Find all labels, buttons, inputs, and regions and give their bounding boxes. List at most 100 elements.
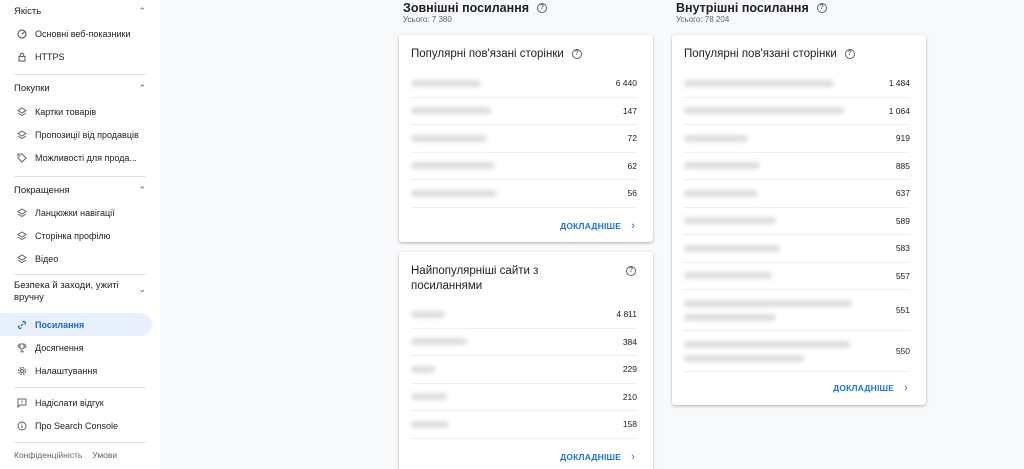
section-header-security[interactable]: Безпека й заходи, ужиті вручну ⌄ bbox=[0, 280, 160, 304]
sidebar-item-label: Досягнення bbox=[35, 342, 84, 353]
trophy-icon bbox=[17, 343, 27, 353]
blurred-url bbox=[411, 338, 467, 346]
section-title: Якість bbox=[14, 5, 42, 17]
section-title: Безпека й заходи, ужиті вручну bbox=[14, 280, 119, 303]
sidebar-item-core-web-vitals[interactable]: Основні веб-показники bbox=[0, 22, 152, 45]
sidebar-item-label: Сторінка профілю bbox=[35, 230, 111, 241]
details-button[interactable]: ДОКЛАДНІШЕ › bbox=[833, 382, 908, 394]
info-icon bbox=[17, 421, 27, 431]
sidebar-item-label: Пропозиції від продавців bbox=[35, 129, 139, 140]
layers-icon bbox=[17, 207, 27, 218]
sidebar-item-settings[interactable]: Налаштування bbox=[0, 359, 152, 382]
sidebar-item-label: Відео bbox=[35, 253, 59, 264]
blurred-url bbox=[411, 310, 445, 318]
sidebar-item-profile-page[interactable]: Сторінка профілю bbox=[0, 224, 152, 247]
external-top-sites-card: Найпопулярніші сайти з посиланнями ? 4 8… bbox=[399, 252, 653, 469]
sidebar-item-links[interactable]: Посилання bbox=[0, 313, 152, 336]
table-row[interactable]: 551 bbox=[684, 290, 910, 331]
app: Якість ⌃ Основні веб-показники HTTPS Пок… bbox=[0, 0, 1024, 469]
blurred-url bbox=[684, 217, 776, 225]
layers-icon bbox=[17, 253, 27, 264]
blurred-url bbox=[684, 134, 748, 142]
blurred-url bbox=[411, 189, 497, 197]
lock-icon bbox=[17, 52, 27, 62]
table-row[interactable]: 229 bbox=[411, 356, 637, 384]
table-row[interactable]: 885 bbox=[684, 153, 910, 180]
sidebar-item-label: Про Search Console bbox=[35, 420, 119, 431]
blurred-url bbox=[411, 107, 491, 115]
card-title: Популярні пов'язані сторінки ? bbox=[684, 47, 855, 62]
table-row[interactable]: 557 bbox=[684, 263, 910, 290]
external-links-total: Усього: 7 380 bbox=[403, 15, 452, 24]
sidebar-item-breadcrumbs[interactable]: Ланцюжки навігації bbox=[0, 201, 152, 224]
divider bbox=[14, 74, 146, 75]
table-row[interactable]: 637 bbox=[684, 180, 910, 208]
help-icon[interactable]: ? bbox=[626, 266, 636, 276]
blurred-url bbox=[684, 162, 760, 170]
blurred-url bbox=[411, 420, 449, 428]
table-row[interactable]: 6 440 bbox=[411, 70, 637, 98]
sidebar-item-shopping-opportunities[interactable]: Можливості для прода... bbox=[0, 146, 152, 169]
blurred-url bbox=[411, 79, 481, 87]
sidebar-item-label: Основні веб-показники bbox=[35, 28, 131, 39]
sidebar-item-send-feedback[interactable]: Надіслати відгук bbox=[0, 391, 152, 414]
chevron-right-icon: › bbox=[631, 451, 635, 463]
layers-icon bbox=[17, 230, 27, 241]
table: 4 811 384 229 210 158 bbox=[411, 301, 637, 439]
table-row[interactable]: 384 bbox=[411, 329, 637, 356]
table-row[interactable]: 919 bbox=[684, 125, 910, 153]
blurred-url bbox=[684, 244, 780, 252]
details-button[interactable]: ДОКЛАДНІШЕ › bbox=[560, 451, 635, 463]
divider bbox=[14, 176, 146, 177]
sidebar-item-videos[interactable]: Відео bbox=[0, 247, 152, 270]
chevron-down-icon: ⌄ bbox=[138, 284, 146, 294]
table-row[interactable]: 583 bbox=[684, 235, 910, 263]
section-header-enhancements[interactable]: Покращення ⌃ bbox=[0, 183, 160, 197]
sidebar-item-merchant-listings[interactable]: Пропозиції від продавців bbox=[0, 123, 152, 146]
help-icon[interactable]: ? bbox=[537, 3, 548, 13]
blurred-url bbox=[411, 365, 435, 373]
section-header-shopping[interactable]: Покупки ⌃ bbox=[0, 81, 160, 95]
link-icon bbox=[17, 320, 27, 330]
sidebar-item-product-snippets[interactable]: Картки товарів bbox=[0, 100, 152, 123]
help-icon[interactable]: ? bbox=[816, 3, 827, 13]
chevron-right-icon: › bbox=[904, 382, 908, 394]
section-title: Покращення bbox=[14, 184, 70, 196]
sidebar-item-achievements[interactable]: Досягнення bbox=[0, 336, 152, 359]
table-row[interactable]: 1 484 bbox=[684, 70, 910, 98]
details-button[interactable]: ДОКЛАДНІШЕ › bbox=[560, 220, 635, 232]
table-row[interactable]: 589 bbox=[684, 208, 910, 235]
sidebar: Якість ⌃ Основні веб-показники HTTPS Пок… bbox=[0, 0, 160, 469]
section-header-quality[interactable]: Якість ⌃ bbox=[0, 4, 160, 18]
help-icon[interactable]: ? bbox=[571, 49, 582, 59]
sidebar-item-https[interactable]: HTTPS bbox=[0, 45, 152, 68]
privacy-link[interactable]: Конфіденційність bbox=[14, 450, 82, 460]
internal-links-title: Внутрішні посилання ? bbox=[676, 1, 827, 15]
card-title: Популярні пов'язані сторінки ? bbox=[411, 47, 582, 62]
help-icon[interactable]: ? bbox=[844, 49, 855, 59]
sidebar-item-label: HTTPS bbox=[35, 51, 65, 62]
table-row[interactable]: 210 bbox=[411, 384, 637, 411]
gear-icon bbox=[17, 366, 27, 376]
chevron-up-icon: ⌃ bbox=[138, 184, 146, 195]
sidebar-item-label: Ланцюжки навігації bbox=[35, 207, 115, 218]
table: 6 440 147 72 62 56 bbox=[411, 70, 637, 208]
table-row[interactable]: 56 bbox=[411, 180, 637, 208]
terms-link[interactable]: Умови bbox=[92, 450, 117, 460]
table-row[interactable]: 72 bbox=[411, 125, 637, 153]
table-row[interactable]: 550 bbox=[684, 331, 910, 372]
layers-icon bbox=[17, 106, 27, 117]
table-row[interactable]: 158 bbox=[411, 411, 637, 439]
table-row[interactable]: 62 bbox=[411, 153, 637, 180]
blurred-url bbox=[684, 299, 852, 321]
table-row[interactable]: 1 064 bbox=[684, 98, 910, 125]
external-links-title: Зовнішні посилання ? bbox=[403, 1, 548, 15]
sidebar-item-label: Можливості для прода... bbox=[35, 152, 137, 163]
sidebar-item-label: Посилання bbox=[35, 319, 85, 330]
table-row[interactable]: 147 bbox=[411, 98, 637, 125]
table: 1 484 1 064 919 885 637 589 583 557 551 … bbox=[684, 70, 910, 372]
sidebar-item-about[interactable]: Про Search Console bbox=[0, 414, 152, 437]
feedback-icon bbox=[17, 398, 27, 408]
layers-icon bbox=[17, 129, 27, 140]
table-row[interactable]: 4 811 bbox=[411, 301, 637, 329]
